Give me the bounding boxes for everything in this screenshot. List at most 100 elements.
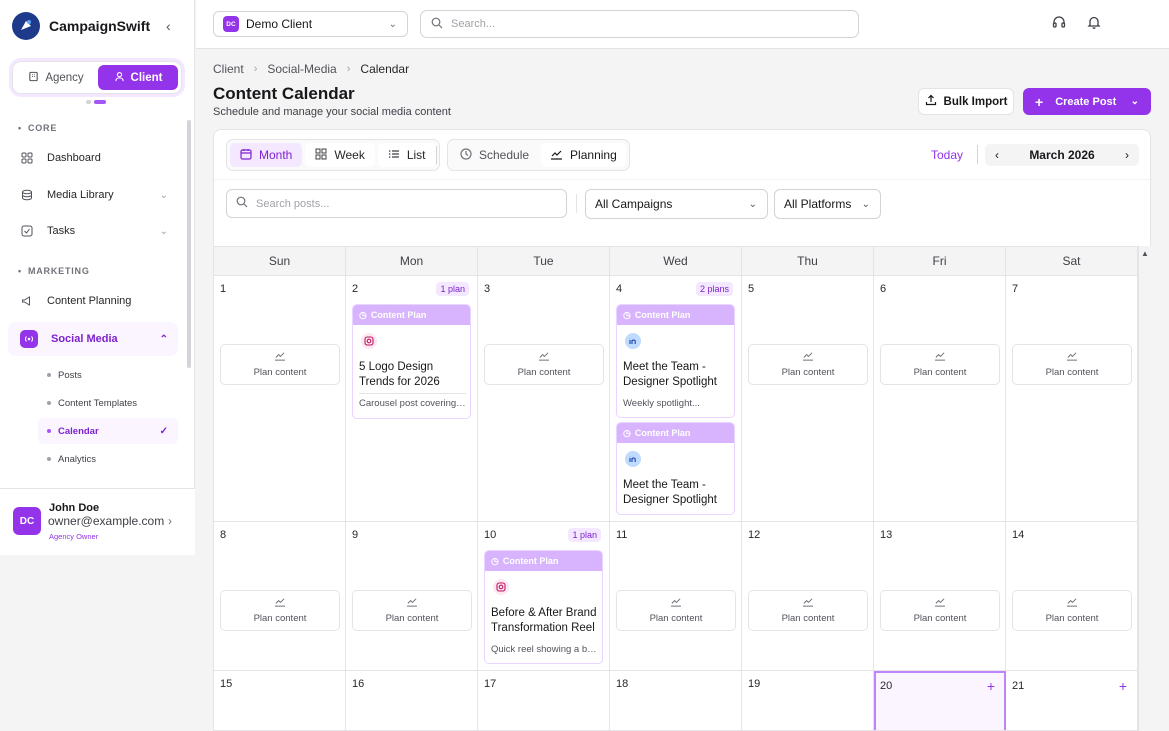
logo-icon — [12, 12, 40, 40]
plan-content-slot[interactable]: Plan content — [220, 590, 340, 631]
divider — [214, 179, 1150, 180]
plan-content-slot[interactable]: Plan content — [748, 590, 868, 631]
view-week-button[interactable]: Week — [305, 143, 375, 167]
add-post-icon[interactable]: + — [987, 678, 995, 694]
bell-icon[interactable] — [1087, 15, 1101, 32]
sidebar-item-tasks[interactable]: Tasks ⌄ — [8, 214, 178, 248]
view-month-button[interactable]: Month — [230, 143, 303, 167]
day-number: 13 — [880, 529, 893, 541]
plan-count-badge: 1 plan — [436, 282, 469, 296]
calendar-day[interactable]: 16 — [346, 671, 478, 730]
view-list-button[interactable]: List — [377, 143, 436, 167]
plan-content-slot[interactable]: Plan content — [748, 344, 868, 385]
plan-content-slot[interactable]: Plan content — [1012, 344, 1132, 385]
sidebar-item-social-media[interactable]: Social Media ⌃ — [8, 322, 178, 356]
sidebar-scrollbar[interactable] — [187, 120, 191, 368]
calendar-day[interactable]: 4 2 plans ◷ Content Plan Meet the Team - … — [610, 276, 742, 521]
plan-count-badge: 2 plans — [695, 282, 733, 296]
chevron-right-icon: › — [168, 514, 172, 528]
add-post-icon[interactable]: + — [1119, 678, 1127, 694]
sidebar-item-content-planning[interactable]: Content Planning — [8, 284, 178, 318]
chevron-down-icon[interactable]: ⌄ — [1131, 96, 1139, 107]
content-plan-description: Weekly spotlight... — [623, 398, 700, 409]
toggle-agency[interactable]: Agency — [16, 65, 96, 90]
avatar: DC — [13, 507, 41, 535]
plan-content-slot[interactable]: Plan content — [352, 590, 472, 631]
bulk-import-button[interactable]: Bulk Import — [918, 88, 1014, 115]
platform-filter[interactable]: All Platforms ⌄ — [774, 189, 881, 219]
calendar-day[interactable]: 3 Plan content — [478, 276, 610, 521]
sidebar-subitem-calendar[interactable]: Calendar ✓ — [38, 418, 178, 444]
calendar-day[interactable]: 12 Plan content — [742, 522, 874, 670]
calendar-day[interactable]: 11 Plan content — [610, 522, 742, 670]
prev-month-icon[interactable]: ‹ — [995, 148, 999, 162]
breadcrumb-social-media[interactable]: Social-Media — [267, 62, 336, 76]
content-plan-card[interactable]: ◷ Content Plan 5 Logo Design Trends for 2… — [352, 304, 471, 419]
chevron-down-icon: ⌄ — [861, 198, 870, 210]
client-selector[interactable]: DC Demo Client ⌄ — [213, 11, 408, 37]
breadcrumb-client[interactable]: Client — [213, 62, 244, 76]
mode-schedule-button[interactable]: Schedule — [451, 143, 538, 167]
content-plan-card[interactable]: ◷ Content Plan Meet the Team - Designer S… — [616, 304, 735, 418]
calendar-day[interactable]: 6 Plan content — [874, 276, 1006, 521]
calendar-day[interactable]: 5 Plan content — [742, 276, 874, 521]
calendar-day[interactable]: 19 — [742, 671, 874, 730]
plan-content-slot[interactable]: Plan content — [1012, 590, 1132, 631]
collapse-sidebar-icon[interactable]: ‹ — [166, 18, 171, 34]
plan-content-slot[interactable]: Plan content — [616, 590, 736, 631]
calendar-day-today[interactable]: 20 + — [874, 671, 1006, 730]
calendar-day[interactable]: 2 1 plan ◷ Content Plan 5 Logo Design Tre… — [346, 276, 478, 521]
brand[interactable]: CampaignSwift — [12, 12, 150, 40]
calendar-day[interactable]: 15 — [214, 671, 346, 730]
bulk-import-label: Bulk Import — [943, 95, 1008, 108]
calendar-grid: Sun Mon Tue Wed Thu Fri Sat 1 Plan conte… — [213, 246, 1139, 731]
campaign-filter[interactable]: All Campaigns ⌄ — [585, 189, 768, 219]
chart-line-icon — [802, 351, 814, 364]
sidebar-item-media-library[interactable]: Media Library ⌄ — [8, 178, 178, 212]
chevron-down-icon: ⌄ — [159, 189, 168, 201]
calendar-day[interactable]: 18 — [610, 671, 742, 730]
divider — [977, 145, 978, 164]
scroll-up-icon[interactable]: ▲ — [1141, 249, 1149, 258]
today-button[interactable]: Today — [931, 148, 963, 162]
next-month-icon[interactable]: › — [1125, 148, 1129, 162]
calendar-day[interactable]: 13 Plan content — [874, 522, 1006, 670]
calendar-day[interactable]: 7 Plan content — [1006, 276, 1138, 521]
plan-content-label: Plan content — [781, 613, 835, 624]
headset-icon[interactable] — [1052, 15, 1066, 32]
content-plan-header: ◷ Content Plan — [617, 305, 734, 325]
calendar-day[interactable]: 1 Plan content — [214, 276, 346, 521]
sidebar-subitem-analytics[interactable]: Analytics — [38, 446, 178, 472]
calendar-day[interactable]: 21 + — [1006, 671, 1138, 730]
toggle-client[interactable]: Client — [98, 65, 178, 90]
global-search[interactable] — [420, 10, 859, 38]
content-plan-card[interactable]: ◷ Content Plan Meet the Team - Designer S… — [616, 422, 735, 515]
post-search-input[interactable] — [256, 197, 556, 210]
content-plan-card[interactable]: ◷ Content Plan Before & After Brand Trans… — [484, 550, 603, 664]
plan-content-label: Plan content — [385, 613, 439, 624]
subitem-label: Analytics — [58, 453, 97, 465]
plan-content-slot[interactable]: Plan content — [880, 344, 1000, 385]
user-profile[interactable]: DC John Doe owner@example.com Agency Own… — [0, 488, 195, 555]
post-search[interactable] — [226, 189, 567, 218]
clock-icon: ◷ — [359, 309, 367, 320]
client-avatar: DC — [223, 16, 239, 32]
calendar-day[interactable]: 14 Plan content — [1006, 522, 1138, 670]
view-week-label: Week — [334, 148, 365, 162]
sidebar-item-dashboard[interactable]: Dashboard — [8, 141, 178, 175]
global-search-input[interactable] — [451, 18, 831, 30]
sidebar-subitem-content-templates[interactable]: Content Templates — [38, 390, 178, 416]
day-number: 20 — [880, 680, 893, 692]
plan-content-slot[interactable]: Plan content — [484, 344, 604, 385]
mode-schedule-label: Schedule — [479, 148, 530, 162]
create-post-button[interactable]: + Create Post ⌄ — [1023, 88, 1151, 115]
mode-planning-button[interactable]: Planning — [541, 143, 626, 167]
plan-content-slot[interactable]: Plan content — [880, 590, 1000, 631]
calendar-day[interactable]: 8 Plan content — [214, 522, 346, 670]
sidebar-subitem-posts[interactable]: Posts — [38, 362, 178, 388]
content-plan-header: ◷ Content Plan — [353, 305, 470, 325]
plan-content-slot[interactable]: Plan content — [220, 344, 340, 385]
calendar-day[interactable]: 9 Plan content — [346, 522, 478, 670]
calendar-day[interactable]: 17 — [478, 671, 610, 730]
calendar-day[interactable]: 10 1 plan ◷ Content Plan Before & After B… — [478, 522, 610, 670]
